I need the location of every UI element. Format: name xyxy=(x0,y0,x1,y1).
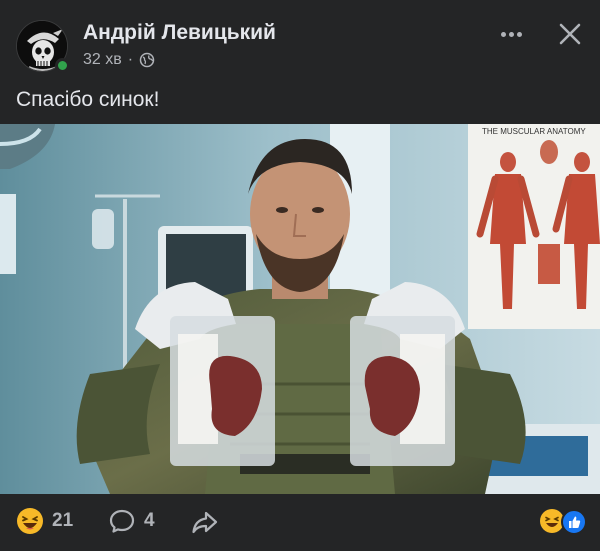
online-status-indicator xyxy=(55,58,70,73)
post-photo[interactable]: THE MUSCULAR ANATOMY xyxy=(0,124,600,494)
post-meta: 32 хв · xyxy=(83,51,155,69)
reaction-count: 21 xyxy=(52,510,74,531)
post-time[interactable]: 32 хв xyxy=(83,51,122,69)
anatomy-poster-title: THE MUSCULAR ANATOMY xyxy=(482,127,586,136)
comment-bubble-icon xyxy=(109,509,135,533)
share-arrow-icon[interactable] xyxy=(190,507,220,537)
more-options-dot xyxy=(508,31,514,37)
facebook-post: Андрій Левицький 32 хв · Спасібо синок! xyxy=(0,0,600,551)
comment-count: 4 xyxy=(144,510,155,531)
post-photo-image: THE MUSCULAR ANATOMY xyxy=(0,124,600,494)
post-footer: 21 4 xyxy=(0,494,600,551)
reaction-button[interactable]: 21 xyxy=(16,507,73,535)
author-name[interactable]: Андрій Левицький xyxy=(83,21,276,45)
post-header: Андрій Левицький 32 хв · xyxy=(0,0,600,80)
laughing-emoji-icon xyxy=(17,508,43,534)
more-options-icon xyxy=(500,31,506,37)
meta-separator: · xyxy=(127,51,134,68)
more-options-dot xyxy=(516,31,522,37)
close-icon[interactable] xyxy=(556,20,584,48)
reaction-summary-icons[interactable] xyxy=(538,507,588,535)
globe-icon xyxy=(139,52,155,68)
like-thumb-icon xyxy=(561,509,587,535)
post-caption: Спасібо синок! xyxy=(16,88,160,111)
comment-button[interactable]: 4 xyxy=(108,507,155,535)
laughing-emoji-icon xyxy=(540,509,564,533)
more-options-button[interactable] xyxy=(495,20,527,48)
